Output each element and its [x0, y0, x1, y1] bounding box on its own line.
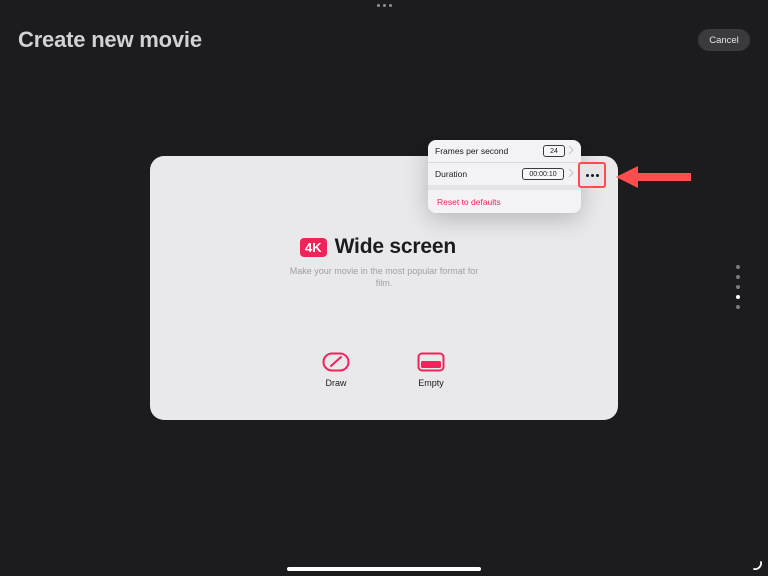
empty-option[interactable]: Empty: [401, 352, 461, 388]
page-dot: [736, 285, 740, 289]
home-indicator[interactable]: [287, 567, 481, 571]
page-title: Create new movie: [18, 27, 202, 52]
chevron-right-icon: [568, 168, 574, 178]
card-title: Wide screen: [334, 235, 457, 258]
draw-option[interactable]: Draw: [306, 352, 366, 388]
empty-frame-icon: [417, 352, 445, 372]
fps-row[interactable]: Frames per second 24: [428, 140, 581, 163]
duration-value[interactable]: 00:00:10: [522, 168, 564, 180]
page-indicator[interactable]: [736, 265, 740, 315]
corner-indicator-icon: [753, 561, 762, 570]
popover-separator: [428, 185, 581, 190]
duration-label: Duration: [435, 169, 468, 179]
more-options-button[interactable]: [578, 162, 606, 188]
page-dot: [736, 275, 740, 279]
page-dot: [736, 305, 740, 309]
chevron-right-icon: [568, 145, 574, 155]
reset-to-defaults-button[interactable]: Reset to defaults: [437, 197, 501, 207]
settings-popover: Frames per second 24 Duration 00:00:10 R…: [428, 140, 581, 213]
ellipsis-icon: [585, 173, 589, 177]
card-description: Make your movie in the most popular form…: [289, 266, 479, 288]
card-heading: 4K Wide screen: [300, 235, 456, 259]
annotation-arrow-icon: [616, 166, 691, 188]
page-dot: [736, 265, 740, 269]
pencil-icon: [322, 352, 350, 372]
empty-label: Empty: [418, 378, 444, 388]
fps-label: Frames per second: [435, 146, 509, 156]
fps-value[interactable]: 24: [543, 145, 565, 157]
draw-label: Draw: [325, 378, 347, 388]
badge-4k: 4K: [300, 237, 327, 257]
duration-row[interactable]: Duration 00:00:10: [428, 163, 581, 185]
top-grabber[interactable]: [377, 4, 392, 7]
page-dot-active: [736, 295, 740, 299]
cancel-button[interactable]: Cancel: [698, 29, 750, 51]
